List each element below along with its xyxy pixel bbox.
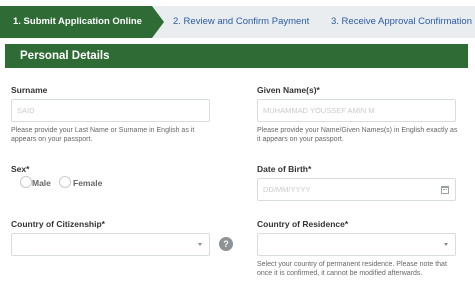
given-names-input[interactable]: MUHAMMAD YOUSSEF AMIN M: [257, 99, 456, 122]
step-active-arrow: [152, 6, 164, 38]
step-review-payment: 2. Review and Confirm Payment: [173, 16, 310, 27]
given-names-value: MUHAMMAD YOUSSEF AMIN M: [263, 106, 375, 115]
progress-stepper: 1. Submit Application Online 2. Review a…: [0, 6, 475, 38]
given-names-label: Given Name(s)*: [257, 85, 320, 95]
residence-help-text: Select your country of permanent residen…: [257, 261, 447, 277]
residence-label: Country of Residence*: [257, 219, 349, 229]
citizenship-select[interactable]: [11, 233, 210, 256]
sex-female-label[interactable]: Female: [73, 178, 102, 188]
residence-select[interactable]: [257, 233, 456, 256]
calendar-icon[interactable]: [441, 186, 449, 194]
sex-male-radio[interactable]: [20, 176, 32, 188]
surname-label: Surname: [11, 85, 48, 95]
dob-input[interactable]: DD/MM/YYYY: [257, 178, 456, 201]
sex-label: Sex*: [11, 164, 30, 174]
surname-input[interactable]: SAID: [11, 99, 210, 122]
section-title-personal-details: Personal Details: [5, 44, 468, 68]
sex-male-label[interactable]: Male: [32, 178, 51, 188]
chevron-down-icon: [198, 243, 202, 246]
surname-help-text: Please provide your Last Name or Surname…: [11, 127, 195, 143]
step-submit-application: 1. Submit Application Online: [0, 6, 152, 38]
chevron-down-icon: [444, 243, 448, 246]
dob-label: Date of Birth*: [257, 164, 312, 174]
given-names-help-text: Please provide your Name/Given Names(s) …: [257, 127, 458, 143]
step-approval-confirmation: 3. Receive Approval Confirmation: [331, 16, 472, 27]
surname-value: SAID: [17, 106, 35, 115]
sex-female-radio[interactable]: [59, 176, 71, 188]
help-icon[interactable]: ?: [219, 237, 233, 251]
citizenship-label: Country of Citizenship*: [11, 219, 105, 229]
dob-placeholder: DD/MM/YYYY: [263, 185, 311, 194]
